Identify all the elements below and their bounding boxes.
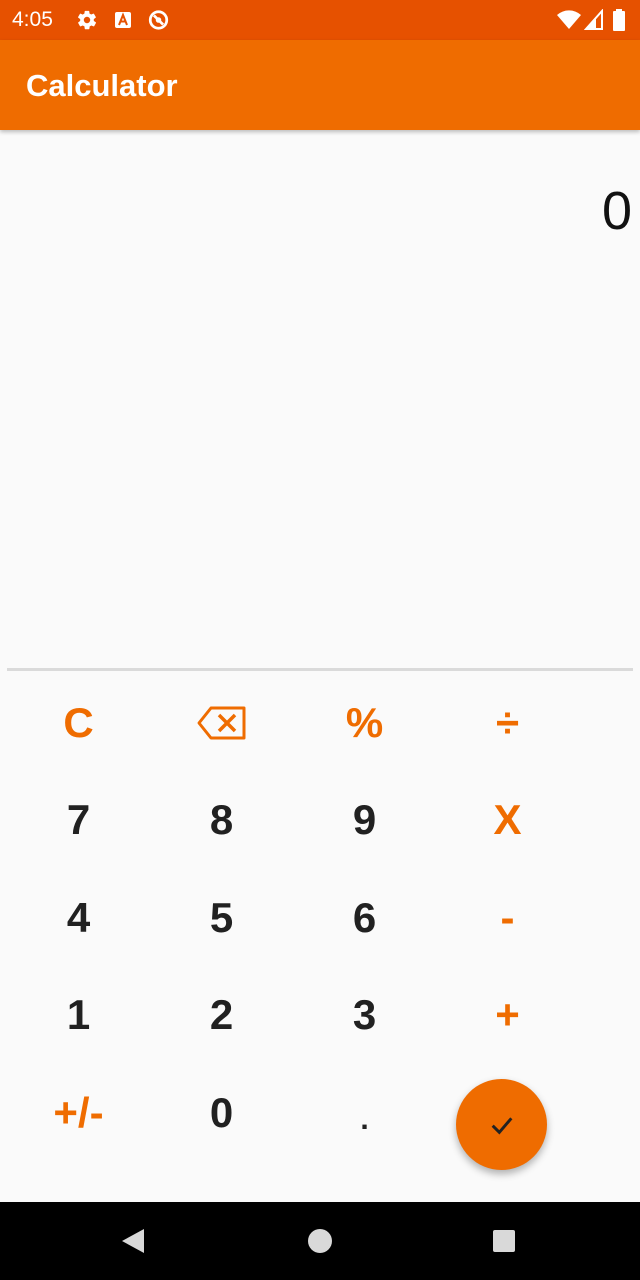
divide-button[interactable]: ÷ [436,675,579,771]
result-display: 0 [601,181,632,241]
digit-3-button[interactable]: 3 [293,967,436,1063]
digit-7-button[interactable]: 7 [7,772,150,868]
app-title: Calculator [26,68,178,103]
percent-button[interactable]: % [293,675,436,771]
multiply-button[interactable]: X [436,772,579,868]
digit-0-button[interactable]: 0 [150,1065,293,1161]
battery-icon [613,9,625,31]
status-bar: 4:05 [0,0,640,40]
app-bar: Calculator [0,40,640,130]
digit-2-button[interactable]: 2 [150,967,293,1063]
decimal-button[interactable]: . [293,1065,436,1161]
wifi-icon [557,10,581,29]
home-icon[interactable] [307,1228,333,1254]
status-time: 4:05 [12,8,53,31]
navigation-bar [0,1202,640,1280]
digit-6-button[interactable]: 6 [293,870,436,966]
backspace-icon [197,706,245,740]
digit-5-button[interactable]: 5 [150,870,293,966]
digit-8-button[interactable]: 8 [150,772,293,868]
font-icon [115,12,131,28]
negate-button[interactable]: +/- [7,1065,150,1161]
subtract-button[interactable]: - [436,870,579,966]
digit-1-button[interactable]: 1 [7,967,150,1063]
blocked-icon [148,10,169,30]
divider [7,668,633,671]
digit-4-button[interactable]: 4 [7,870,150,966]
clear-button[interactable]: C [7,675,150,771]
back-icon[interactable] [120,1227,146,1255]
recents-icon[interactable] [492,1229,516,1253]
add-button[interactable]: + [436,967,579,1063]
digit-9-button[interactable]: 9 [293,772,436,868]
equals-fab-button[interactable] [456,1079,547,1170]
backspace-button[interactable] [150,675,293,771]
cell-signal-icon [584,9,603,30]
settings-icon [78,10,97,30]
check-icon [491,1116,512,1134]
